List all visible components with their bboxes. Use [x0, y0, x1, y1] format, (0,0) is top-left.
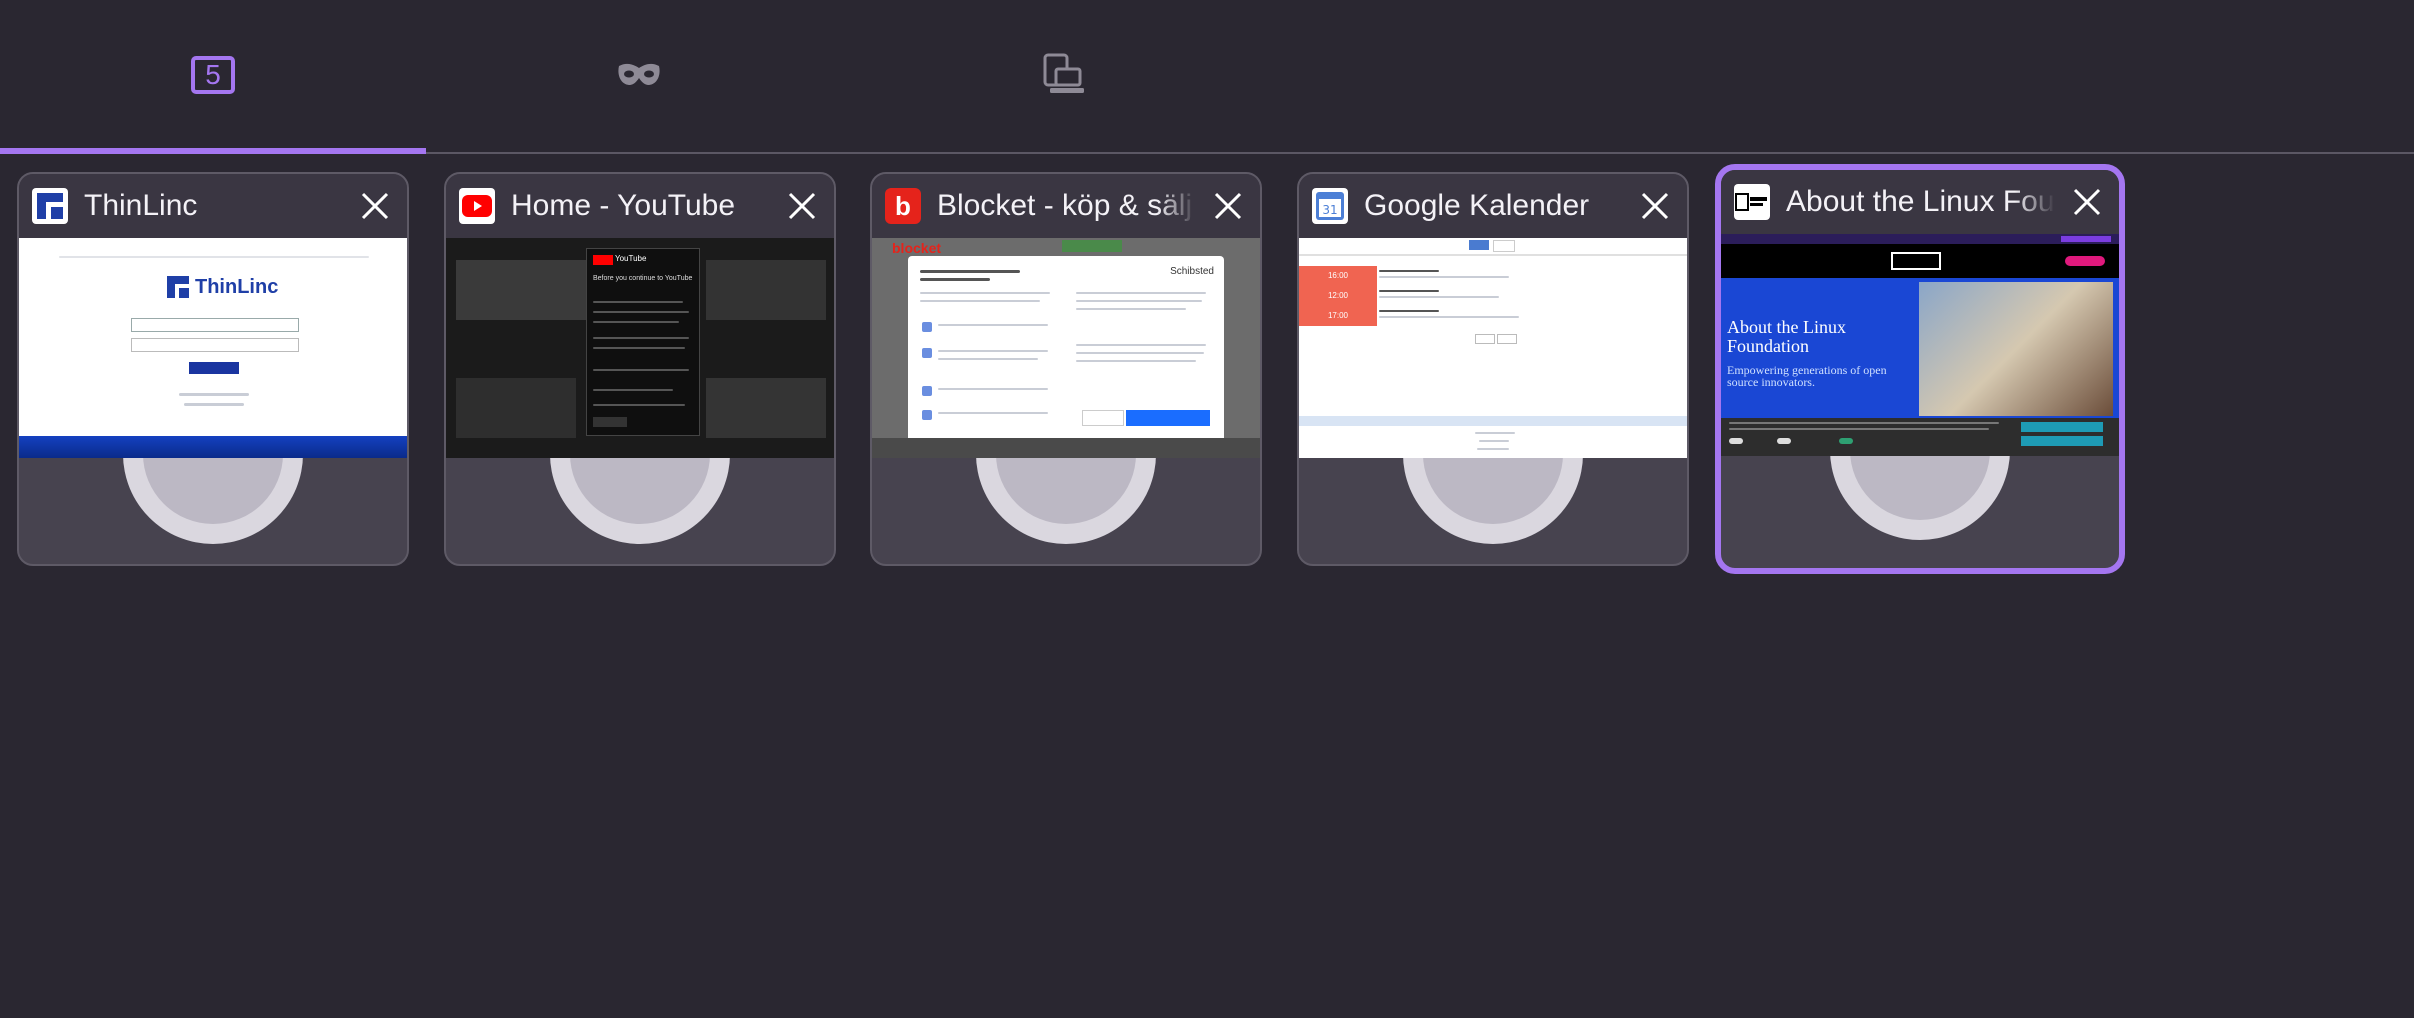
- synced-devices-icon: [1043, 53, 1084, 93]
- tab-card-blocket[interactable]: blocket Schibsted b Blocket - köp & sälj…: [870, 172, 1262, 566]
- tab-thumbnail: blocket Schibsted: [872, 238, 1260, 458]
- close-tab-button[interactable]: [1196, 174, 1260, 238]
- close-icon: [1641, 192, 1669, 220]
- linux-foundation-favicon-icon: [1734, 184, 1770, 220]
- tab-thumbnail: ThinLinc: [19, 238, 407, 458]
- tab-thumbnail: 16:00 12:00 17:00: [1299, 238, 1687, 458]
- thinlinc-favicon-icon: [32, 188, 68, 224]
- youtube-favicon-icon: [459, 188, 495, 224]
- tab-title: ThinLinc: [84, 189, 198, 222]
- tab-type-bar: 5: [0, 0, 2414, 154]
- thumb-brand-text: ThinLinc: [195, 276, 279, 298]
- tab-card-header: About the Linux Fou: [1721, 170, 2119, 234]
- consent-dialog: Schibsted: [908, 256, 1224, 442]
- thumb-heading: About the Linux Foundation: [1727, 317, 1846, 356]
- tab-thumbnail: About the Linux Foundation Empowering ge…: [1721, 234, 2119, 456]
- tab-card-header: ThinLinc: [19, 174, 407, 238]
- tab-card-linux-foundation[interactable]: About the Linux Foundation Empowering ge…: [1715, 164, 2125, 574]
- tab-title: Blocket - köp & sälj (: [937, 189, 1196, 222]
- tab-private-tabs[interactable]: [426, 0, 852, 150]
- close-tab-button[interactable]: [1623, 174, 1687, 238]
- tab-card-thinlinc[interactable]: ThinLinc ThinLinc: [17, 172, 409, 566]
- tab-title: Home - YouTube: [511, 189, 736, 222]
- tab-normal-tabs[interactable]: 5: [0, 0, 426, 150]
- close-tab-button[interactable]: [2055, 170, 2119, 234]
- tab-card-youtube[interactable]: YouTube Before you continue to YouTube H…: [444, 172, 836, 566]
- close-tab-button[interactable]: [343, 174, 407, 238]
- tab-card-google-calendar[interactable]: 16:00 12:00 17:00 31 Google Kalender: [1297, 172, 1689, 566]
- google-calendar-favicon-icon: 31: [1312, 188, 1348, 224]
- blocket-favicon-icon: b: [885, 188, 921, 224]
- thinlinc-logo-icon: [167, 276, 189, 298]
- tab-card-header: Home - YouTube: [446, 174, 834, 238]
- close-icon: [788, 192, 816, 220]
- cookie-consent-dialog: YouTube Before you continue to YouTube: [586, 248, 700, 436]
- mask-icon: [618, 63, 660, 85]
- selected-tab-indicator: [0, 148, 426, 154]
- svg-text:31: 31: [1322, 203, 1337, 217]
- close-icon: [1214, 192, 1242, 220]
- tab-title: About the Linux Fou: [1786, 185, 2055, 218]
- open-tabs-count-badge: 5: [191, 56, 235, 94]
- thumb-subheading: Empowering generations of open source in…: [1727, 363, 1887, 389]
- close-icon: [2073, 188, 2101, 216]
- tab-title: Google Kalender: [1364, 189, 1590, 222]
- tab-thumbnail: YouTube Before you continue to YouTube: [446, 238, 834, 458]
- tab-synced-tabs[interactable]: [852, 0, 1278, 150]
- close-tab-button[interactable]: [770, 174, 834, 238]
- tab-card-header: 31 Google Kalender: [1299, 174, 1687, 238]
- tab-card-header: b Blocket - köp & sälj (: [872, 174, 1260, 238]
- close-icon: [361, 192, 389, 220]
